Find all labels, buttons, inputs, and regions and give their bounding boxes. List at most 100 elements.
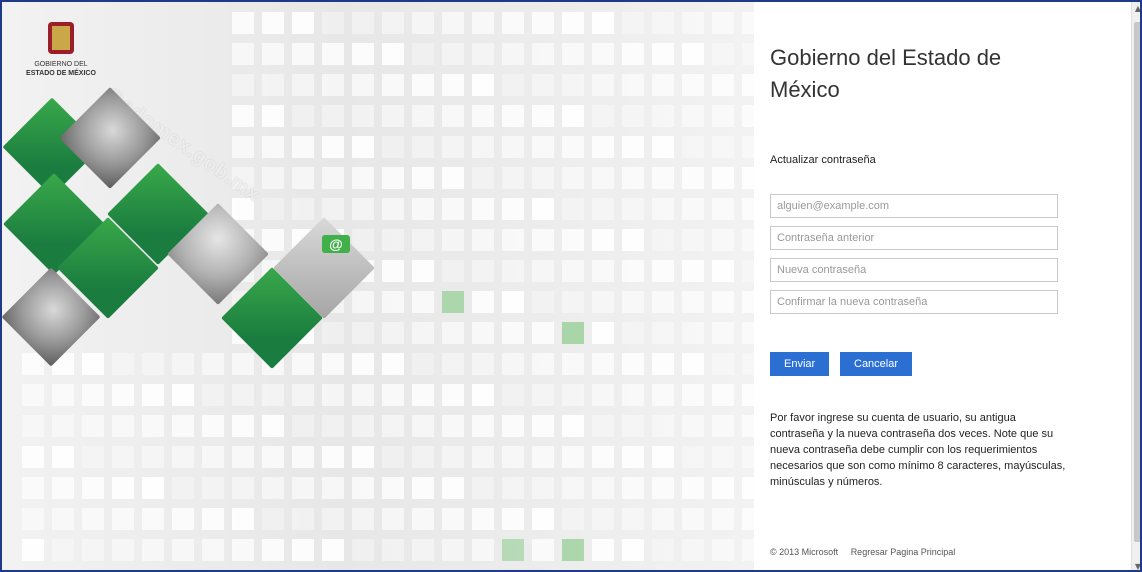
bg-tile	[682, 260, 704, 282]
bg-tile	[472, 291, 494, 313]
bg-tile	[472, 322, 494, 344]
hero-panel: GOBIERNO DEL ESTADO DE MÉXICO @edomex.go…	[2, 2, 754, 570]
confirm-password-field[interactable]	[770, 290, 1058, 314]
bg-tile	[592, 43, 614, 65]
bg-tile	[322, 508, 344, 530]
bg-tile	[622, 198, 644, 220]
vertical-scrollbar[interactable]: ▲ ▼	[1131, 2, 1140, 570]
bg-tile	[742, 260, 754, 282]
home-link[interactable]: Regresar Pagina Principal	[851, 547, 956, 557]
bg-tile	[652, 136, 674, 158]
bg-tile	[82, 415, 104, 437]
bg-tile	[532, 384, 554, 406]
bg-tile	[322, 415, 344, 437]
bg-tile	[562, 446, 584, 468]
bg-tile	[532, 322, 554, 344]
bg-tile	[472, 167, 494, 189]
bg-tile	[412, 322, 434, 344]
bg-tile	[352, 43, 374, 65]
bg-tile	[742, 477, 754, 499]
bg-tile	[22, 477, 44, 499]
bg-tile	[52, 539, 74, 561]
bg-tile	[562, 508, 584, 530]
bg-tile	[592, 198, 614, 220]
bg-tile	[472, 43, 494, 65]
bg-tile	[82, 539, 104, 561]
bg-tile	[142, 539, 164, 561]
bg-tile	[682, 353, 704, 375]
bg-tile	[292, 43, 314, 65]
password-panel: Gobierno del Estado de México Actualizar…	[754, 2, 1140, 570]
bg-tile	[592, 446, 614, 468]
bg-tile	[592, 322, 614, 344]
bg-tile	[712, 105, 734, 127]
bg-tile	[682, 229, 704, 251]
bg-tile	[472, 384, 494, 406]
bg-tile	[712, 322, 734, 344]
bg-tile	[562, 74, 584, 96]
email-field[interactable]	[770, 194, 1058, 218]
bg-tile	[712, 229, 734, 251]
bg-tile	[232, 477, 254, 499]
bg-tile	[562, 105, 584, 127]
bg-tile	[742, 43, 754, 65]
scrollbar-thumb[interactable]	[1134, 22, 1140, 542]
cancel-button[interactable]: Cancelar	[840, 352, 913, 376]
bg-tile	[622, 446, 644, 468]
bg-tile	[682, 384, 704, 406]
bg-tile	[682, 446, 704, 468]
bg-tile	[262, 477, 284, 499]
bg-tile	[562, 477, 584, 499]
new-password-field[interactable]	[770, 258, 1058, 282]
bg-tile	[472, 477, 494, 499]
bg-tile	[442, 198, 464, 220]
bg-tile	[502, 322, 524, 344]
old-password-field[interactable]	[770, 226, 1058, 250]
bg-tile	[652, 260, 674, 282]
bg-tile	[652, 105, 674, 127]
bg-tile	[232, 508, 254, 530]
page-title: Gobierno del Estado de México	[770, 45, 1002, 102]
bg-tile	[322, 43, 344, 65]
bg-tile	[502, 167, 524, 189]
bg-tile	[412, 12, 434, 34]
bg-tile	[532, 136, 554, 158]
bg-tile	[412, 260, 434, 282]
bg-tile	[532, 291, 554, 313]
bg-tile	[682, 415, 704, 437]
bg-tile	[472, 539, 494, 561]
bg-tile	[442, 415, 464, 437]
bg-tile	[442, 508, 464, 530]
bg-tile	[712, 415, 734, 437]
bg-tile	[532, 167, 554, 189]
bg-tile	[712, 260, 734, 282]
bg-tile	[682, 43, 704, 65]
bg-tile	[652, 322, 674, 344]
bg-tile	[742, 229, 754, 251]
form-title: Actualizar contraseña	[770, 154, 876, 166]
logo-line-1: GOBIERNO DEL	[34, 61, 88, 68]
submit-button[interactable]: Enviar	[770, 352, 830, 376]
bg-tile	[262, 415, 284, 437]
bg-tile	[652, 12, 674, 34]
bg-tile	[592, 167, 614, 189]
coat-of-arms-icon	[48, 22, 74, 54]
bg-tile	[682, 291, 704, 313]
bg-tile	[472, 415, 494, 437]
bg-tile	[52, 415, 74, 437]
bg-tile	[712, 446, 734, 468]
bg-tile	[532, 353, 554, 375]
bg-tile	[412, 105, 434, 127]
bg-tile	[682, 198, 704, 220]
bg-tile	[472, 508, 494, 530]
bg-tile	[412, 446, 434, 468]
chevron-down-icon[interactable]: ▼	[1132, 560, 1140, 570]
bg-tile	[652, 539, 674, 561]
bg-tile	[712, 12, 734, 34]
chevron-up-icon[interactable]: ▲	[1132, 2, 1140, 16]
bg-tile	[442, 446, 464, 468]
bg-tile	[622, 167, 644, 189]
bg-tile	[562, 539, 584, 561]
help-text: Por favor ingrese su cuenta de usuario, …	[770, 412, 1066, 488]
copyright-text: © 2013 Microsoft	[770, 547, 839, 557]
